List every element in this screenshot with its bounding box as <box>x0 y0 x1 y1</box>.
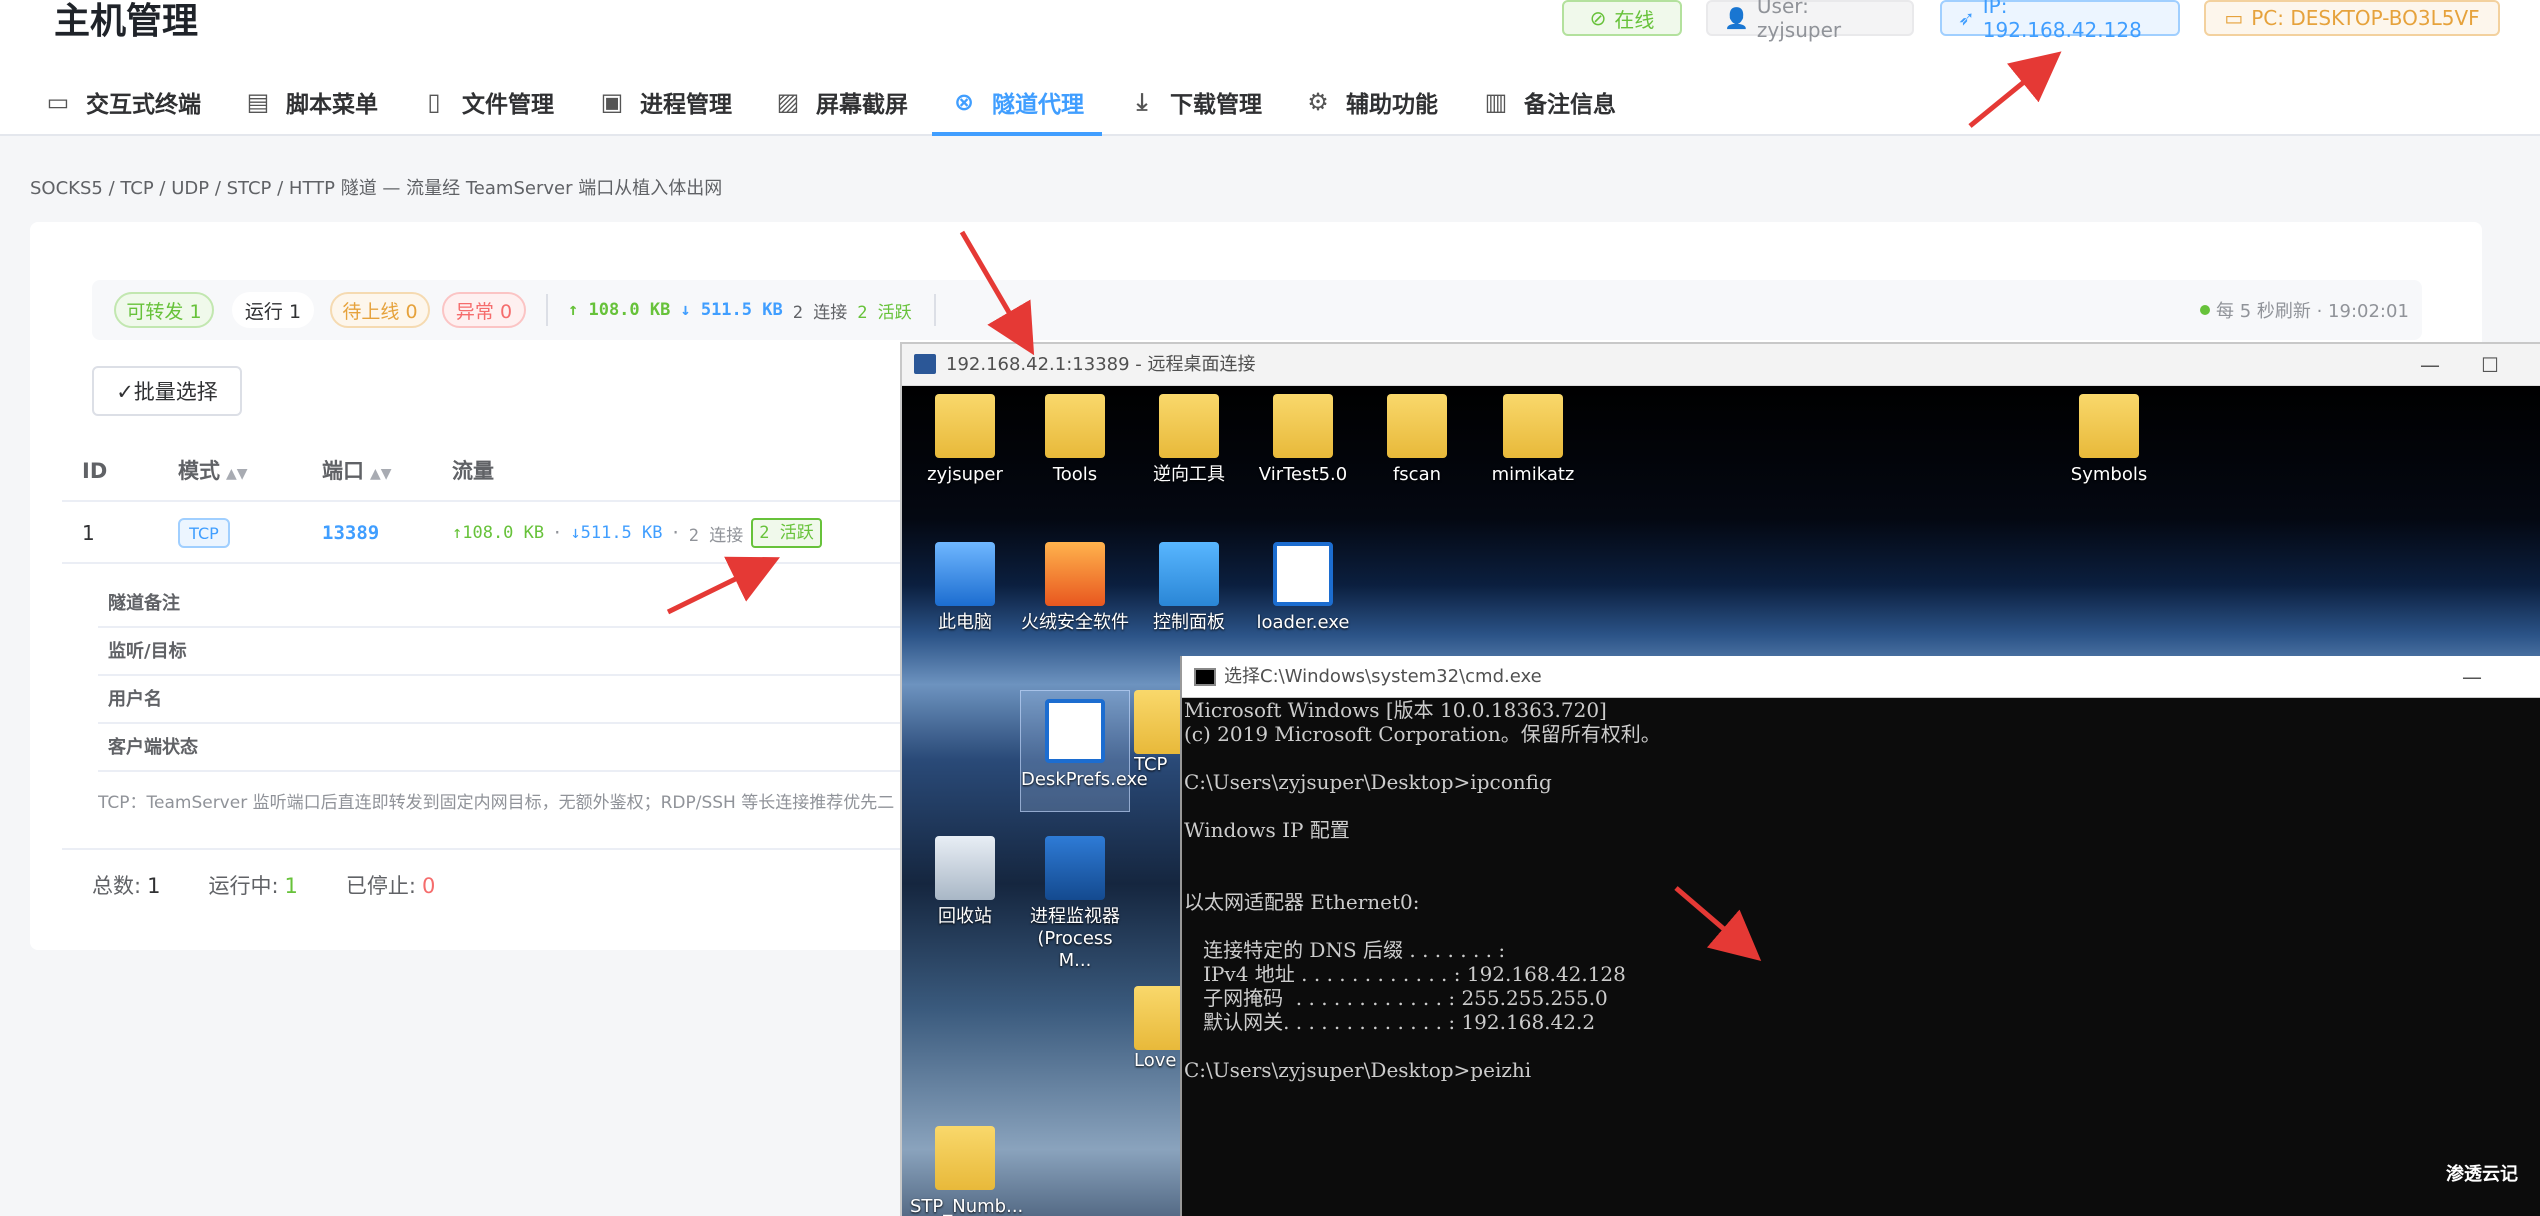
annotation-arrows <box>666 51 2062 962</box>
annotation-arrow <box>1968 51 2062 128</box>
annotation-arrow <box>1674 886 1762 962</box>
annotation-arrow <box>959 230 1035 356</box>
annotation-arrow <box>666 556 780 615</box>
